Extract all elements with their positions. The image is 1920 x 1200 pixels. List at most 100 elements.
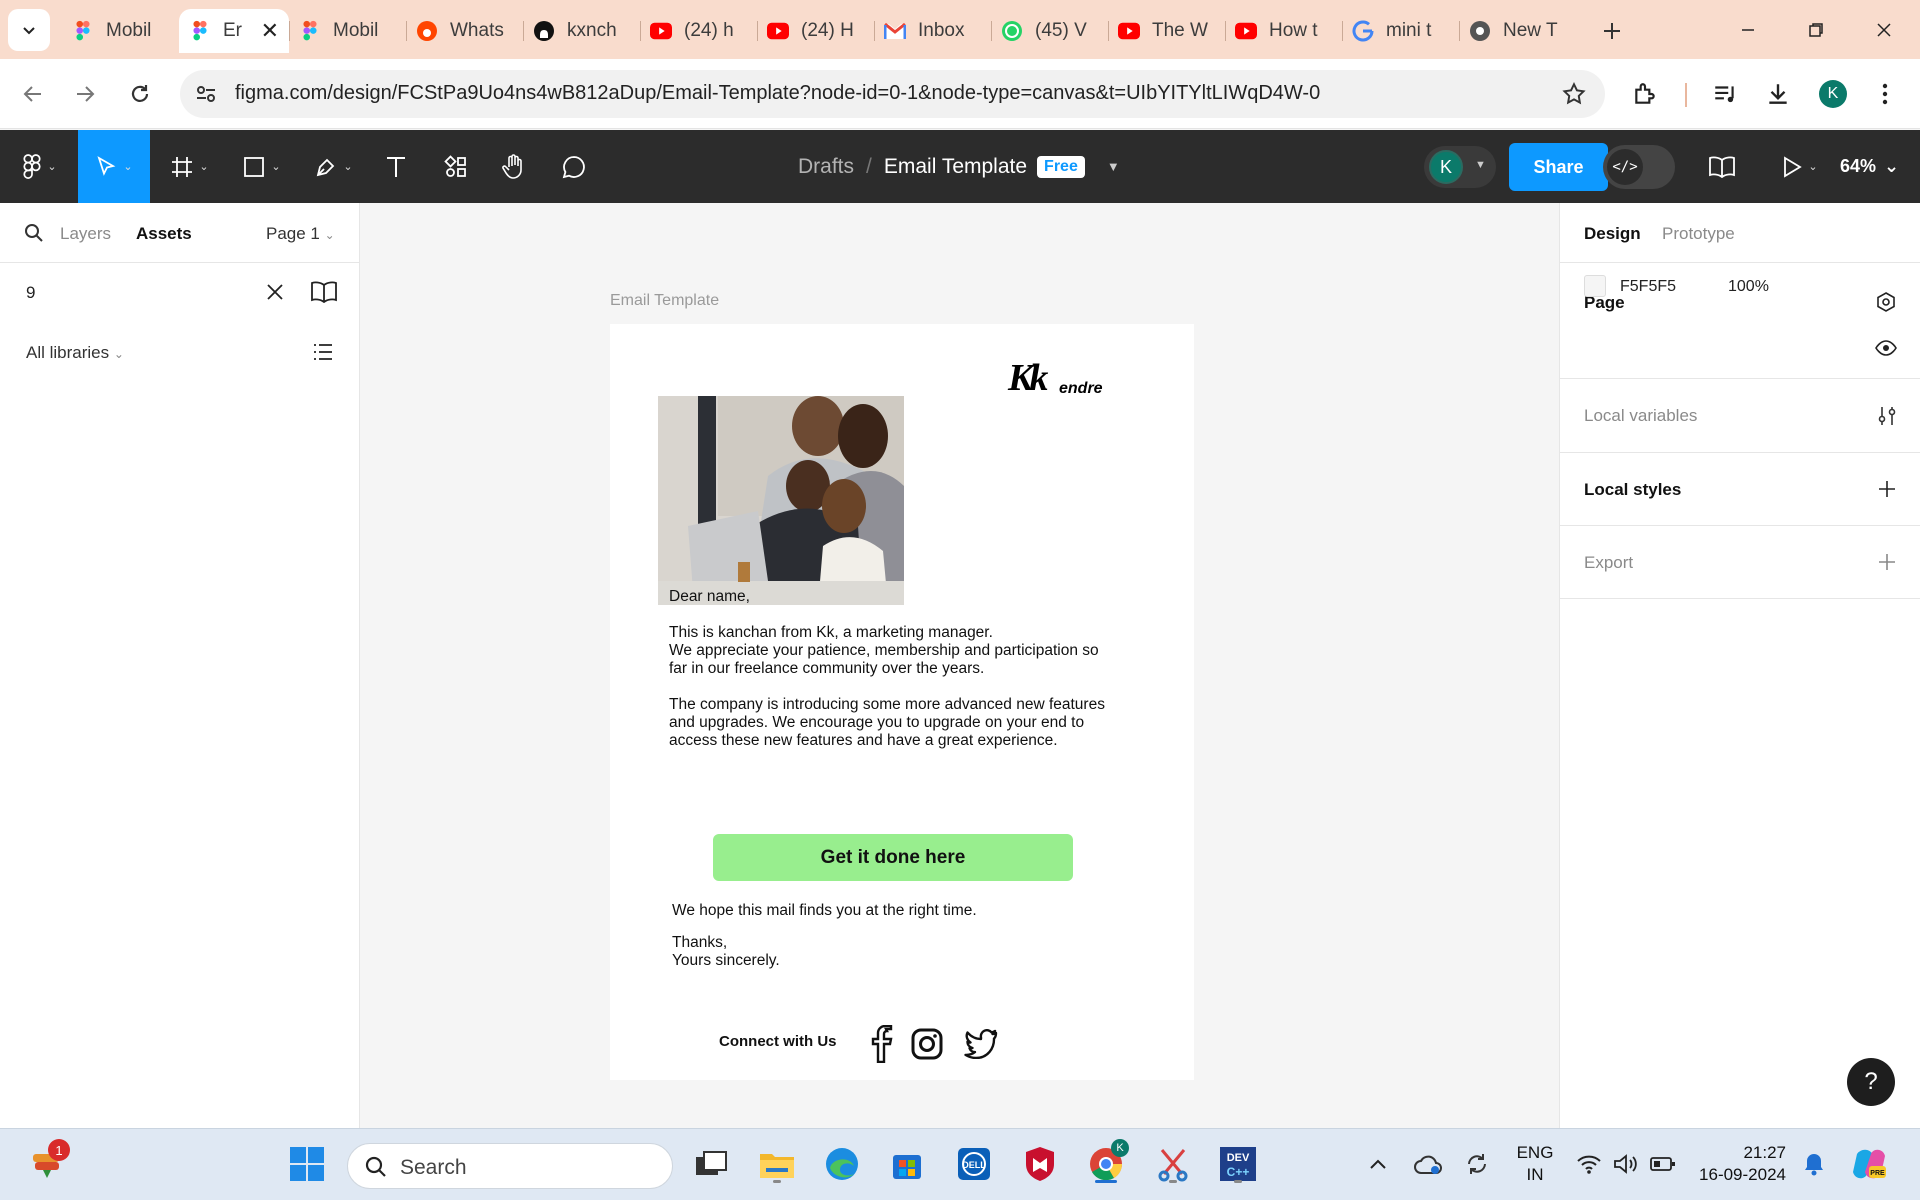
close-tab-icon[interactable]: ✕ bbox=[261, 18, 279, 44]
onedrive-button[interactable] bbox=[1408, 1141, 1448, 1187]
reload-button[interactable] bbox=[119, 73, 161, 115]
widgets-button[interactable]: 1 bbox=[24, 1139, 70, 1187]
tab-assets[interactable]: Assets bbox=[136, 224, 192, 244]
page-color-opacity[interactable]: 100% bbox=[1728, 278, 1769, 296]
dev-mode-toggle[interactable]: </> bbox=[1603, 145, 1675, 189]
browser-tab[interactable]: Mobil bbox=[289, 9, 406, 53]
media-control-button[interactable] bbox=[1704, 73, 1746, 115]
browser-tab[interactable]: New T bbox=[1459, 9, 1576, 53]
frame-label[interactable]: Email Template bbox=[610, 292, 719, 310]
copilot-button[interactable]: PRE bbox=[1846, 1141, 1892, 1187]
tab-design[interactable]: Design bbox=[1584, 224, 1641, 244]
task-view-button[interactable] bbox=[688, 1141, 734, 1187]
taskbar-search-input[interactable]: Search bbox=[347, 1143, 673, 1189]
bookmark-star-icon[interactable] bbox=[1561, 81, 1587, 107]
show-hidden-icons-button[interactable] bbox=[1360, 1141, 1396, 1187]
dell-app-button[interactable]: DELL bbox=[951, 1141, 997, 1187]
plus-icon[interactable] bbox=[1877, 479, 1897, 499]
facebook-link[interactable] bbox=[865, 1024, 899, 1064]
multiplayer-avatar-button[interactable]: K ▼ bbox=[1424, 146, 1496, 188]
tab-prototype[interactable]: Prototype bbox=[1662, 224, 1735, 244]
hand-tool-button[interactable] bbox=[494, 130, 534, 203]
share-button[interactable]: Share bbox=[1509, 143, 1608, 191]
move-tool-button[interactable]: ⌄ bbox=[78, 130, 150, 203]
forward-button[interactable] bbox=[64, 73, 106, 115]
devcpp-button[interactable]: DEV C++ bbox=[1215, 1141, 1261, 1187]
present-button[interactable]: ⌄ bbox=[1770, 130, 1830, 203]
search-icon[interactable] bbox=[24, 223, 44, 243]
browser-tab[interactable]: Er ✕ bbox=[179, 9, 289, 53]
email-template-frame[interactable]: Kk endre Dear name, This is kanchan from… bbox=[610, 324, 1194, 1080]
search-query[interactable]: 9 bbox=[26, 283, 35, 303]
edge-button[interactable] bbox=[819, 1141, 865, 1187]
resources-button[interactable] bbox=[436, 130, 476, 203]
volume-button[interactable] bbox=[1608, 1141, 1644, 1187]
profile-button[interactable]: K bbox=[1812, 73, 1854, 115]
clock[interactable]: 21:27 16-09-2024 bbox=[1690, 1142, 1786, 1186]
restore-button[interactable] bbox=[1786, 10, 1846, 50]
close-icon[interactable] bbox=[264, 281, 286, 303]
file-name[interactable]: Email Template bbox=[884, 155, 1027, 179]
tab-layers[interactable]: Layers bbox=[60, 224, 111, 244]
plus-icon[interactable] bbox=[1877, 552, 1897, 572]
export-row[interactable]: Export bbox=[1560, 526, 1920, 599]
browser-tab[interactable]: (24) H bbox=[757, 9, 874, 53]
browser-tab[interactable]: kxnch bbox=[523, 9, 640, 53]
styles-icon[interactable] bbox=[1875, 291, 1897, 313]
text-tool-button[interactable] bbox=[376, 130, 416, 203]
frame-tool-button[interactable]: ⌄ bbox=[160, 130, 220, 203]
page-color-swatch[interactable] bbox=[1584, 275, 1606, 297]
battery-button[interactable] bbox=[1645, 1141, 1681, 1187]
wifi-button[interactable] bbox=[1571, 1141, 1607, 1187]
back-button[interactable] bbox=[12, 73, 54, 115]
eye-icon[interactable] bbox=[1875, 340, 1897, 356]
file-explorer-button[interactable] bbox=[754, 1141, 800, 1187]
snipping-tool-button[interactable] bbox=[1150, 1141, 1196, 1187]
downloads-button[interactable] bbox=[1757, 73, 1799, 115]
browser-tab[interactable]: How t bbox=[1225, 9, 1342, 53]
start-button[interactable] bbox=[284, 1141, 330, 1187]
chevron-down-icon[interactable]: ▼ bbox=[1107, 159, 1120, 174]
help-button[interactable]: ? bbox=[1847, 1058, 1895, 1106]
assets-search-input[interactable]: 9 bbox=[0, 263, 360, 323]
language-indicator[interactable]: ENG IN bbox=[1506, 1142, 1564, 1186]
cta-button[interactable]: Get it done here bbox=[713, 834, 1073, 881]
close-window-button[interactable] bbox=[1854, 10, 1914, 50]
browser-tab[interactable]: Whats bbox=[406, 9, 523, 53]
local-variables-row[interactable]: Local variables bbox=[1560, 379, 1920, 453]
pen-tool-button[interactable]: ⌄ bbox=[304, 130, 364, 203]
browser-tab[interactable]: (24) h bbox=[640, 9, 757, 53]
instagram-link[interactable] bbox=[910, 1024, 944, 1064]
breadcrumb-drafts[interactable]: Drafts bbox=[798, 155, 854, 179]
page-color-hex[interactable]: F5F5F5 bbox=[1620, 278, 1676, 296]
new-tab-button[interactable] bbox=[1594, 13, 1630, 49]
browser-tab[interactable]: (45) V bbox=[991, 9, 1108, 53]
book-open-icon[interactable] bbox=[310, 281, 338, 303]
url-text[interactable]: figma.com/design/FCStPa9Uo4ns4wB812aDup/… bbox=[235, 82, 1320, 105]
mcafee-button[interactable] bbox=[1017, 1141, 1063, 1187]
browser-tab[interactable]: Mobil bbox=[62, 9, 179, 53]
address-bar[interactable]: figma.com/design/FCStPa9Uo4ns4wB812aDup/… bbox=[180, 70, 1605, 118]
zoom-menu[interactable]: 64% ⌄ bbox=[1840, 130, 1899, 203]
library-button[interactable] bbox=[1702, 130, 1742, 203]
browser-menu-button[interactable] bbox=[1864, 73, 1906, 115]
main-menu-button[interactable]: ⌄ bbox=[10, 130, 70, 203]
chrome-button[interactable]: K bbox=[1083, 1139, 1129, 1187]
plan-badge[interactable]: Free bbox=[1037, 155, 1085, 178]
minimize-button[interactable] bbox=[1718, 10, 1778, 50]
browser-tab[interactable]: mini t bbox=[1342, 9, 1459, 53]
shape-tool-button[interactable]: ⌄ bbox=[232, 130, 292, 203]
twitter-link[interactable] bbox=[964, 1024, 998, 1064]
canvas[interactable]: Email Template Kk endre Dear name, This … bbox=[361, 203, 1559, 1128]
microsoft-store-button[interactable] bbox=[884, 1141, 930, 1187]
local-styles-row[interactable]: Local styles bbox=[1560, 453, 1920, 526]
browser-tab[interactable]: The W bbox=[1108, 9, 1225, 53]
notifications-button[interactable] bbox=[1796, 1141, 1832, 1187]
tab-search-button[interactable] bbox=[8, 9, 50, 51]
list-view-icon[interactable] bbox=[312, 341, 334, 363]
page-selector[interactable]: Page 1 ⌄ bbox=[266, 224, 335, 244]
sync-button[interactable] bbox=[1457, 1141, 1497, 1187]
browser-tab[interactable]: Inbox bbox=[874, 9, 991, 53]
library-filter-dropdown[interactable]: All libraries ⌄ bbox=[26, 343, 124, 363]
comment-tool-button[interactable] bbox=[554, 130, 594, 203]
